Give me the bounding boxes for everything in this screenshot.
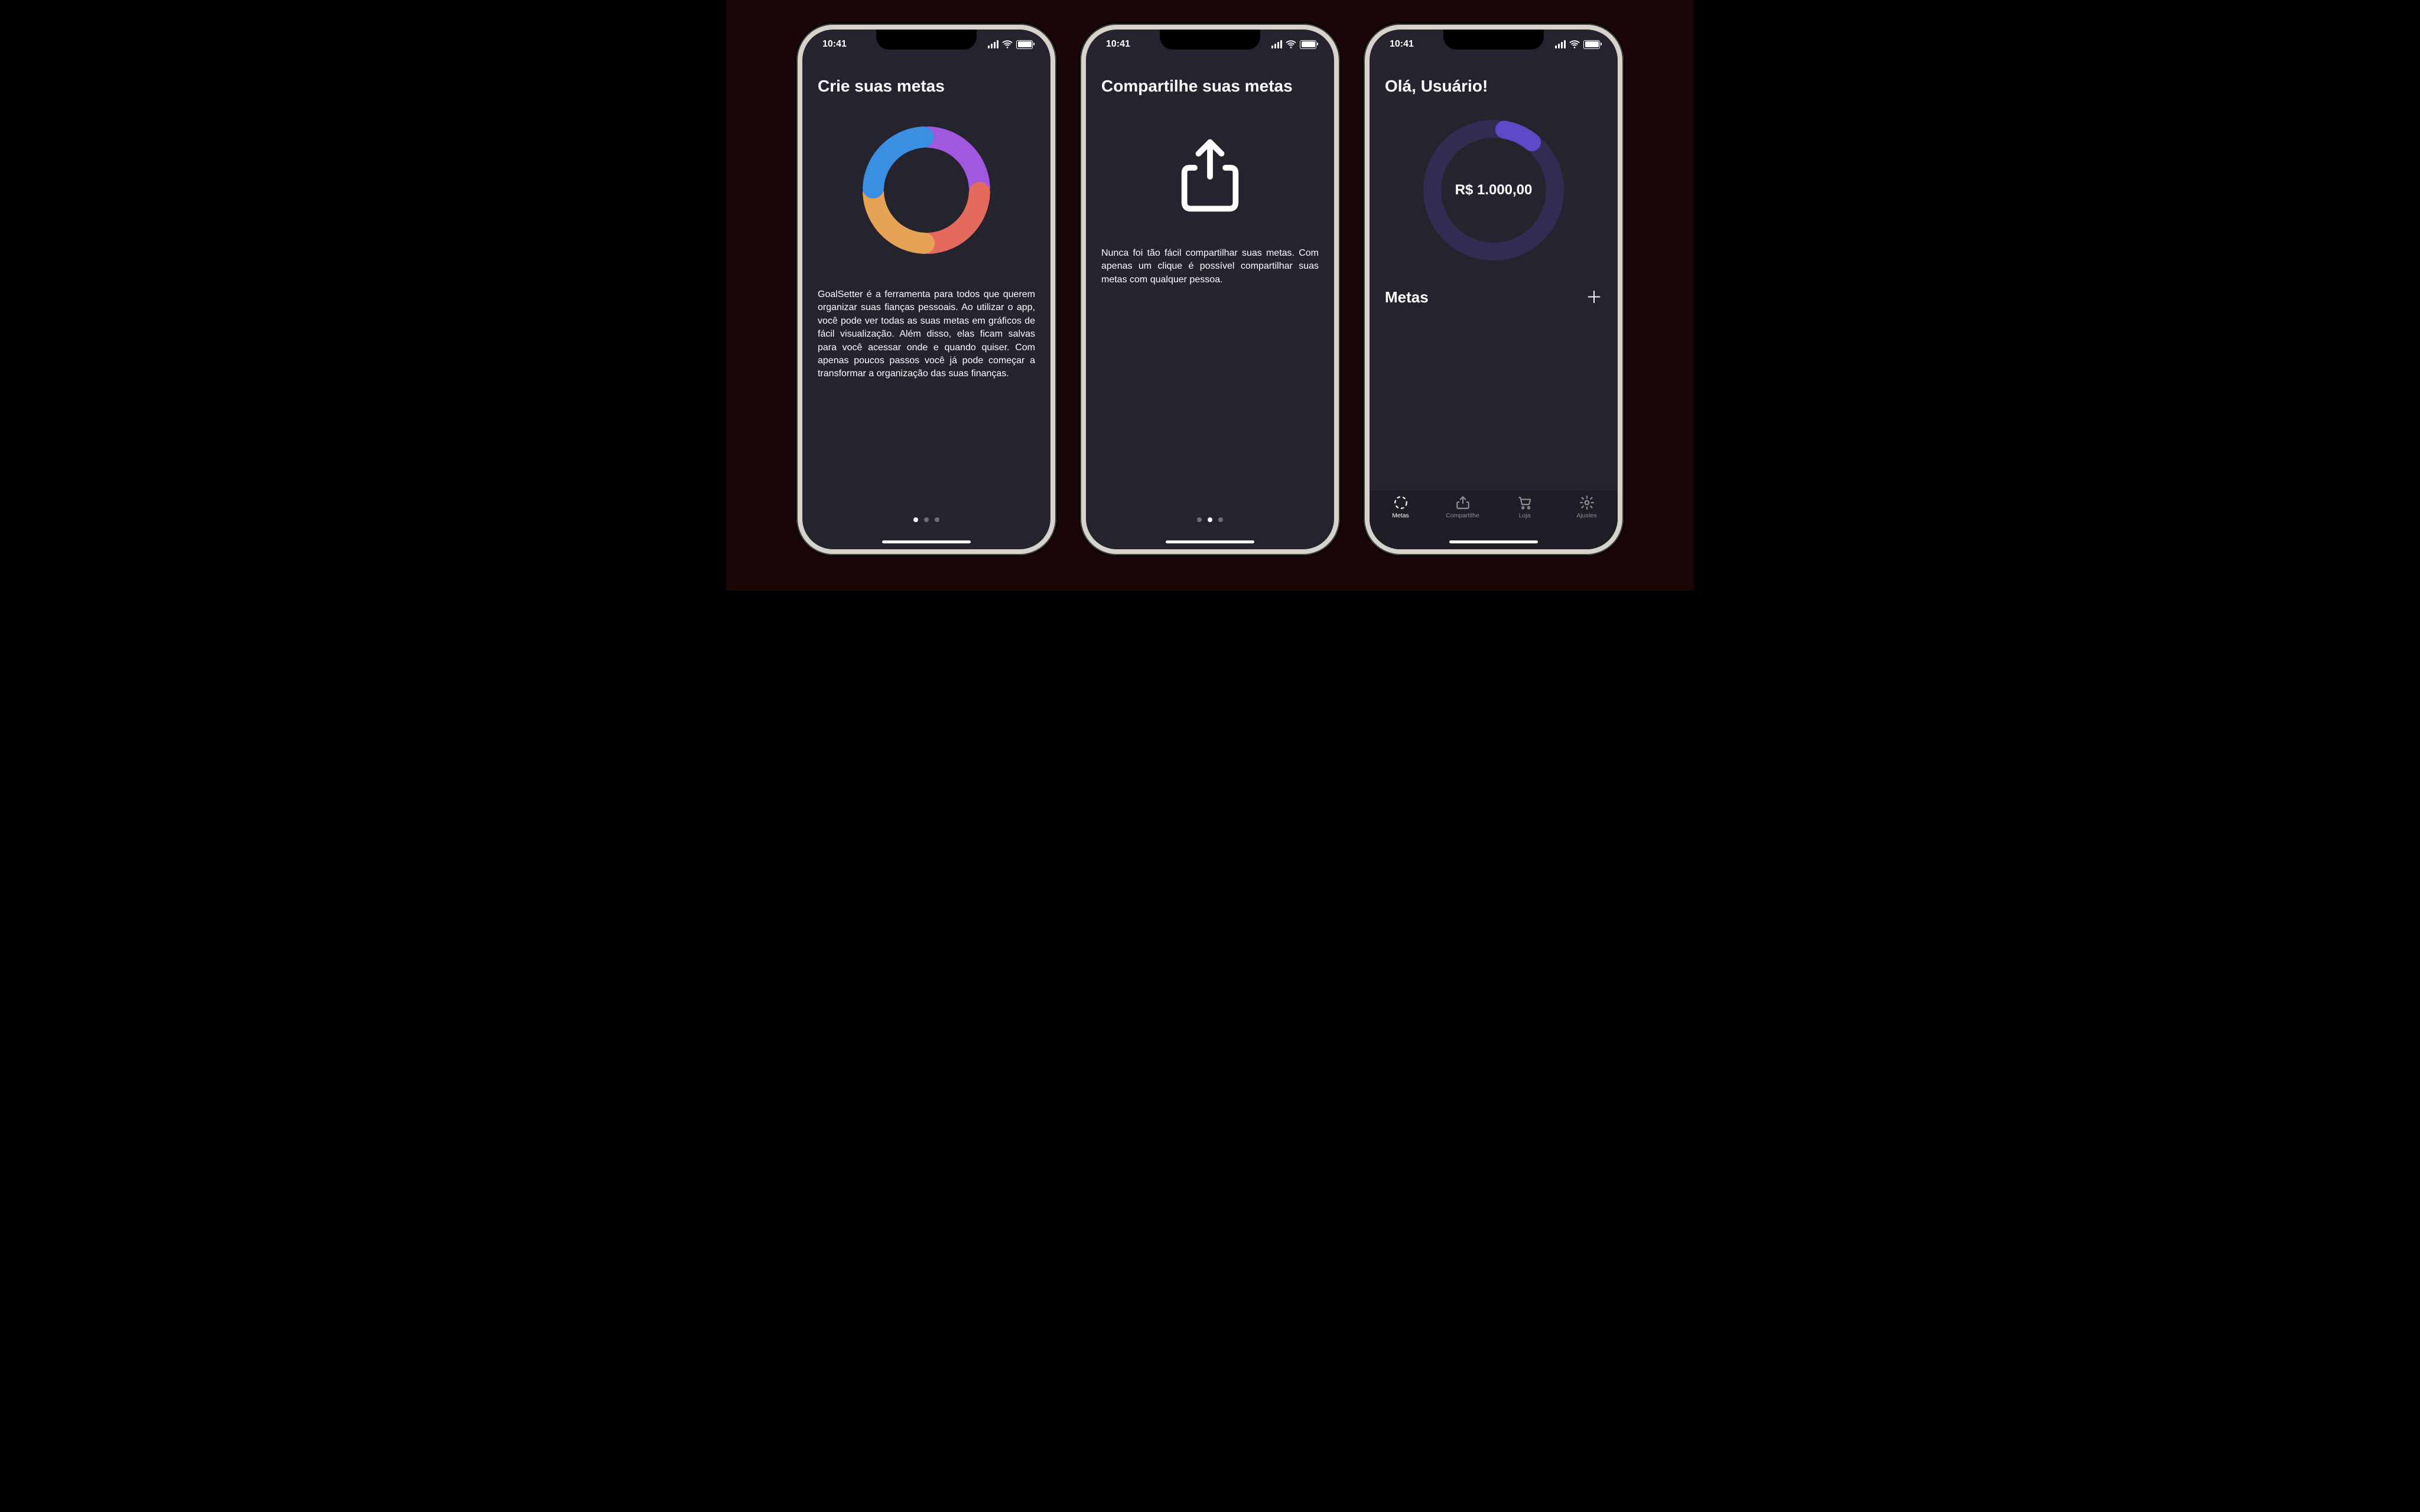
page-indicator[interactable] bbox=[1197, 517, 1223, 522]
share-icon bbox=[1178, 137, 1242, 214]
balance-amount: R$ 1.000,00 bbox=[1455, 182, 1533, 198]
dot-1[interactable] bbox=[913, 517, 918, 522]
dot-3[interactable] bbox=[935, 517, 939, 522]
cellular-signal-icon bbox=[1555, 40, 1566, 48]
device-notch bbox=[876, 30, 977, 50]
tab-loja[interactable]: Loja bbox=[1494, 495, 1556, 519]
tab-label: Compartilhe bbox=[1446, 512, 1479, 519]
balance-progress-ring: R$ 1.000,00 bbox=[1417, 113, 1570, 267]
page-title: Crie suas metas bbox=[818, 77, 1035, 96]
page-body-text: GoalSetter é a ferramenta para todos que… bbox=[818, 288, 1035, 381]
status-right-icons bbox=[1271, 40, 1316, 49]
tab-label: Loja bbox=[1519, 512, 1531, 519]
battery-icon bbox=[1300, 40, 1316, 49]
page-body-text: Nunca foi tão fácil compartilhar suas me… bbox=[1101, 247, 1319, 286]
tab-label: Ajustes bbox=[1576, 512, 1596, 519]
status-time: 10:41 bbox=[822, 39, 847, 50]
dot-2[interactable] bbox=[1208, 517, 1212, 522]
phone-mockup-3: 10:41 Olá, Usuário! R$ 1.000,00 bbox=[1364, 24, 1624, 555]
home-indicator bbox=[1166, 540, 1254, 543]
onboarding-page-1[interactable]: Crie suas metas GoalSetter é a ferrament… bbox=[802, 59, 1050, 549]
cellular-signal-icon bbox=[988, 40, 998, 48]
home-indicator bbox=[882, 540, 971, 543]
home-indicator bbox=[1449, 540, 1538, 543]
status-time: 10:41 bbox=[1106, 39, 1130, 50]
add-meta-button[interactable]: ＋ bbox=[1586, 289, 1602, 306]
circle-dashed-icon bbox=[1393, 495, 1409, 510]
donut-chart-illustration bbox=[818, 119, 1035, 261]
battery-icon bbox=[1016, 40, 1033, 49]
battery-icon bbox=[1583, 40, 1600, 49]
wifi-icon bbox=[1569, 40, 1580, 48]
tab-metas[interactable]: Metas bbox=[1370, 495, 1432, 519]
status-right-icons bbox=[1555, 40, 1600, 49]
greeting-title: Olá, Usuário! bbox=[1385, 77, 1602, 96]
status-right-icons bbox=[988, 40, 1033, 49]
phone-mockup-2: 10:41 Compartilhe suas metas Nunca foi t bbox=[1080, 24, 1340, 555]
device-notch bbox=[1443, 30, 1544, 50]
dot-1[interactable] bbox=[1197, 517, 1202, 522]
metas-header-row: Metas ＋ bbox=[1385, 288, 1602, 307]
phone-mockup-1: 10:41 Crie suas metas bbox=[796, 24, 1056, 555]
page-indicator[interactable] bbox=[913, 517, 939, 522]
cart-icon bbox=[1517, 495, 1533, 510]
tab-compartilhe[interactable]: Compartilhe bbox=[1432, 495, 1494, 519]
gear-icon bbox=[1579, 495, 1595, 510]
home-screen[interactable]: Olá, Usuário! R$ 1.000,00 Metas ＋ bbox=[1370, 59, 1618, 549]
onboarding-page-2[interactable]: Compartilhe suas metas Nunca foi tão fác… bbox=[1086, 59, 1334, 549]
cellular-signal-icon bbox=[1271, 40, 1282, 48]
status-time: 10:41 bbox=[1390, 39, 1414, 50]
tab-ajustes[interactable]: Ajustes bbox=[1556, 495, 1618, 519]
device-notch bbox=[1160, 30, 1260, 50]
dot-2[interactable] bbox=[924, 517, 929, 522]
tab-label: Metas bbox=[1392, 512, 1409, 519]
share-illustration bbox=[1101, 137, 1319, 214]
share-icon bbox=[1455, 495, 1471, 510]
wifi-icon bbox=[1286, 40, 1296, 48]
section-title-metas: Metas bbox=[1385, 288, 1429, 307]
wifi-icon bbox=[1002, 40, 1013, 48]
page-title: Compartilhe suas metas bbox=[1101, 77, 1319, 96]
dot-3[interactable] bbox=[1218, 517, 1223, 522]
